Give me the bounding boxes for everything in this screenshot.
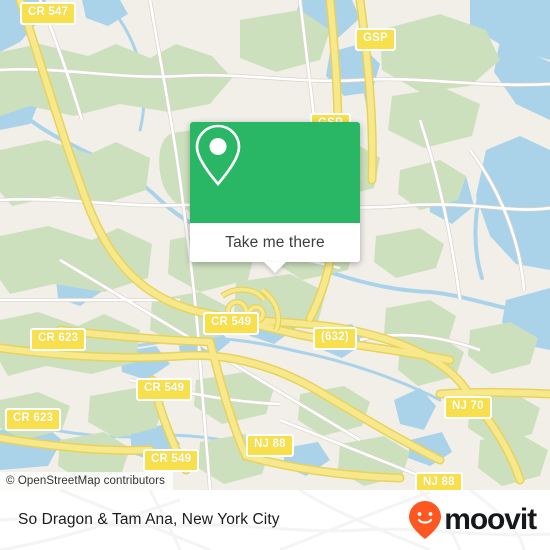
location-pin-icon [195, 124, 241, 187]
road-shield: (632) [313, 327, 357, 350]
road-shield: CR 549 [203, 312, 260, 335]
moovit-wordmark: moovit [444, 503, 537, 536]
osm-attribution[interactable]: © OpenStreetMap contributors [0, 472, 173, 490]
road-shield: CR 549 [143, 449, 200, 472]
road-shield: CR 549 [136, 378, 193, 401]
road-shield: CR 547 [20, 2, 77, 25]
popup-card-header [190, 122, 360, 223]
moovit-pin-smiley-icon [409, 501, 442, 539]
map-canvas[interactable]: CR 547GSPGSPCR 549(632)CR 623CR 549CR 62… [0, 0, 550, 490]
footer-bar: So Dragon & Tam Ana, New York City moovi… [0, 490, 550, 550]
road-shield: CR 623 [30, 328, 87, 351]
popup-card-pointer [264, 262, 286, 273]
moovit-logo[interactable]: moovit [408, 500, 537, 540]
road-shield: NJ 70 [444, 396, 492, 419]
take-me-there-label: Take me there [225, 233, 325, 251]
screenshot-root: CR 547GSPGSPCR 549(632)CR 623CR 549CR 62… [0, 0, 550, 550]
place-caption: So Dragon & Tam Ana, New York City [18, 511, 280, 528]
road-shield: NJ 88 [415, 472, 463, 490]
place-popup-card[interactable]: Take me there [190, 122, 360, 273]
road-shield: NJ 88 [246, 434, 294, 457]
popup-card-action[interactable]: Take me there [190, 223, 360, 262]
road-shield: GSP [355, 28, 396, 51]
road-shield: CR 623 [5, 408, 62, 431]
